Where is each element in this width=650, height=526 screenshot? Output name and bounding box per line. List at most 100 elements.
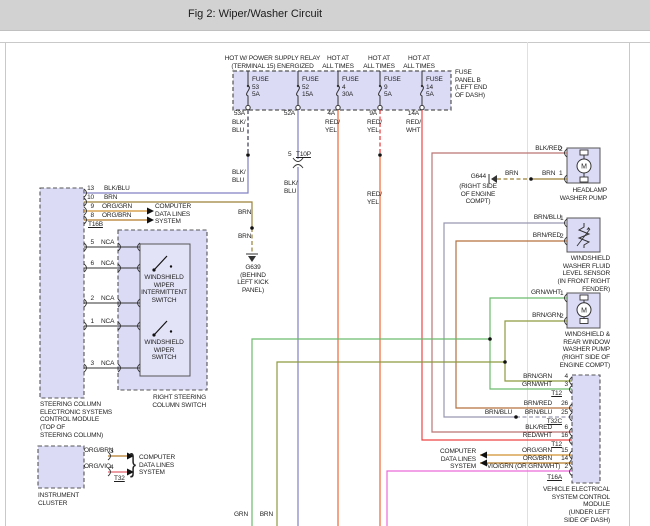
vescm-name: VEHICLE ELECTRICAL SYSTEM CONTROL MODULE…: [528, 486, 610, 524]
wiring-diagram-page: Fig 2: Wiper/Washer Circuit: [0, 0, 650, 526]
wire-label-red-yel: RED/ YEL: [325, 119, 340, 134]
steering-module-name: STEERING COLUMN ELECTRONIC SYSTEMS CONTR…: [40, 401, 112, 439]
computer-data-lines-label: COMPUTER DATA LINES SYSTEM: [139, 454, 175, 477]
wire-brn-branch: [277, 362, 505, 526]
vescm-pin-14: 14: [556, 455, 568, 463]
t10p-connector-label: T10P: [296, 151, 311, 159]
arrow-left-icon: [480, 460, 487, 467]
wire-label-red-yel: RED/ YEL: [367, 191, 382, 206]
sm-pin-8: 8: [84, 212, 94, 220]
ls-pin-1: 1: [560, 215, 563, 223]
vescm-box: [572, 375, 600, 483]
sm-wire-6: NCA: [101, 260, 114, 268]
ground-icon-g639: [246, 254, 258, 262]
hot-at-all-times-label: HOT AT ALL TIMES: [318, 55, 358, 70]
wire-label-brn: BRN: [542, 170, 555, 178]
sm-pin-10: 10: [84, 194, 94, 202]
ground-g644-label: G644: [466, 173, 486, 181]
vescm-wire-14: ORG/BRN: [518, 455, 552, 463]
hot-at-all-times-label: HOT AT ALL TIMES: [399, 55, 439, 70]
vescm-wire-15: ORG/GRN: [518, 447, 552, 455]
ls-wire-1: BRN/BLU: [528, 214, 561, 222]
level-sensor-name: WINDSHIELD WASHER FLUID LEVEL SENSOR (IN…: [550, 255, 610, 293]
sm-pin-5: 5: [84, 239, 94, 247]
intermittent-switch-name: WINDSHIELD WIPER INTERMITTENT SWITCH: [141, 274, 187, 305]
sm-wire-1: NCA: [101, 318, 114, 326]
headlamp-pump-name: HEADLAMP WASHER PUMP: [553, 187, 607, 202]
instrument-cluster-box: [38, 446, 84, 488]
vescm-wire-3: GRN/WHT: [518, 381, 552, 389]
wire-label-brn: BRN: [238, 209, 251, 217]
sm-wire-5: NCA: [101, 239, 114, 247]
fuse-9-label: FUSE 9 5A: [384, 76, 401, 99]
motor-letter: M: [581, 307, 587, 314]
t16a-connector-label: T16A: [543, 474, 562, 482]
column-switch-name: RIGHT STEERING COLUMN SWITCH: [148, 394, 206, 409]
motor-letter: M: [581, 164, 587, 171]
vescm-pin-4: 4: [556, 373, 568, 381]
sm-wire-9: ORG/GRN: [102, 203, 132, 211]
wire-label-blk-blu: BLK/ BLU: [284, 180, 298, 195]
fuse-14-label: FUSE 14 5A: [426, 76, 443, 99]
vescm-wire-2: VIO/GRN (OR GRN/WHT): [487, 463, 560, 471]
hot-at-all-times-label: HOT AT ALL TIMES: [359, 55, 399, 70]
sm-pin-2: 2: [84, 295, 94, 303]
hp-wire-2: BLK/RED: [534, 145, 562, 153]
hp-pin-1: 1: [559, 170, 562, 178]
hp-pin-2: 2: [559, 146, 562, 154]
terminal-4a: 4A: [320, 110, 335, 118]
sm-pin-3: 3: [84, 360, 94, 368]
rp-wire-2: BRN/GRN: [526, 312, 561, 320]
fuse-panel-name: FUSE PANEL B (LEFT END OF DASH): [455, 69, 487, 100]
rear-washer-pump-name: WINDSHIELD & REAR WINDOW WASHER PUMP (RI…: [548, 331, 610, 369]
wire-label-red-yel: RED/ YEL: [367, 119, 382, 134]
vescm-wire-16: RED/WHT: [518, 432, 552, 440]
arrow-right-icon: [147, 208, 154, 215]
vescm-pin-26: 26: [556, 400, 568, 408]
vescm-pin-15: 15: [556, 447, 568, 455]
sm-pin-1: 1: [84, 318, 94, 326]
sm-wire-2: NCA: [101, 295, 114, 303]
hot-supply-label: HOT W/ POWER SUPPLY RELAY (TERMINAL 15) …: [210, 55, 335, 70]
fuse-52-label: FUSE 52 15A: [302, 76, 319, 99]
terminal-52a: 52A: [276, 110, 295, 118]
ic-wire-3: ORG/BRN: [84, 447, 113, 455]
ic-wire-4: ORG/VIO: [84, 463, 111, 471]
ground-g644-location: (RIGHT SIDE OF ENGINE COMPT): [452, 183, 504, 206]
instrument-cluster-name: INSTRUMENT CLUSTER: [38, 492, 79, 507]
ls-pin-2: 2: [560, 233, 563, 241]
fuse-4-label: FUSE 4 30A: [342, 76, 359, 99]
sm-wire-13: BLK/BLU: [104, 185, 130, 193]
terminal-53a: 53A: [225, 110, 245, 118]
sm-pin-9: 9: [84, 203, 94, 211]
bottom-exit-grn: GRN: [233, 511, 248, 519]
vescm-pin-2: 2: [556, 463, 568, 471]
sm-wire-8: ORG/BRN: [102, 212, 131, 220]
vescm-wire-4: BRN/GRN: [518, 373, 552, 381]
rp-pin-2: 2: [560, 313, 563, 321]
rp-pin-1: 1: [560, 290, 563, 298]
bottom-exit-brn: BRN: [258, 511, 273, 519]
vescm-pin-6: 6: [556, 424, 568, 432]
wire-label-blk-blu: BLK/ BLU: [232, 119, 246, 134]
t32-connector-label: T32: [114, 475, 125, 483]
computer-data-lines-label: COMPUTER DATA LINES SYSTEM: [155, 203, 191, 226]
wiper-switch-name: WINDSHIELD WIPER SWITCH: [141, 339, 187, 362]
sm-wire-3: NCA: [101, 360, 114, 368]
fuse-53-label: FUSE 53 5A: [252, 76, 269, 99]
brace-icon: }: [130, 450, 136, 476]
wire-label-brn: BRN: [505, 170, 518, 178]
sm-pin-6: 6: [84, 260, 94, 268]
arrow-right-icon: [147, 217, 154, 224]
arrow-left-icon: [480, 452, 487, 459]
terminal-9a: 9A: [362, 110, 377, 118]
vescm-wire-26: BRN/RED: [518, 400, 552, 408]
rp-wire-1: GRN/WHT: [526, 289, 561, 297]
ground-g639-label: G639 (BEHIND LEFT KICK PANEL): [232, 264, 274, 295]
t16b-connector-label: T16B: [88, 221, 103, 229]
ls-wire-2: BRN/RED: [528, 232, 561, 240]
vescm-wire-25: BRN/BLU: [518, 409, 552, 417]
vescm-pin-16: 16: [556, 432, 568, 440]
terminal-14a: 14A: [398, 110, 419, 118]
t10p-connector-icon: [293, 158, 303, 168]
